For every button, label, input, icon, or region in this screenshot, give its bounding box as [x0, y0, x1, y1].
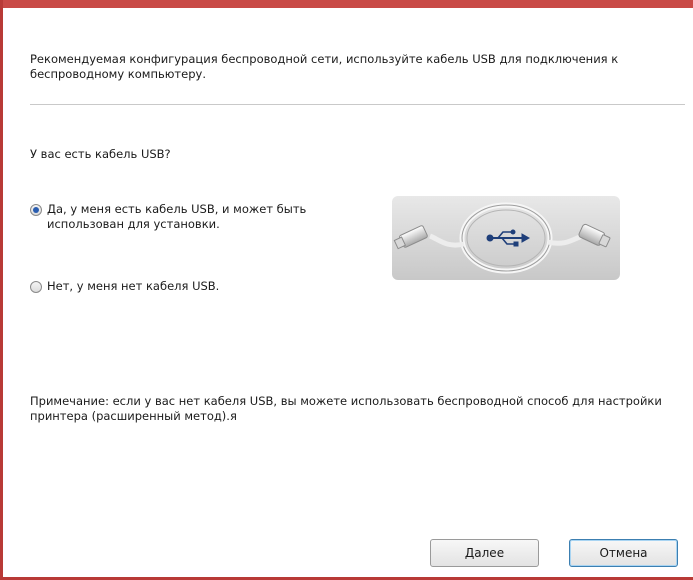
usb-question: У вас есть кабель USB?	[30, 147, 171, 161]
radio-button-no[interactable]	[30, 281, 42, 293]
intro-text: Рекомендуемая конфигурация беспроводной …	[30, 52, 619, 81]
option-no-label: Нет, у меня нет кабеля USB.	[47, 279, 220, 293]
dialog-content: Рекомендуемая конфигурация беспроводной …	[6, 8, 693, 577]
next-button[interactable]: Далее	[430, 539, 539, 567]
cancel-button[interactable]: Отмена	[569, 539, 678, 567]
option-no-usb[interactable]: Нет, у меня нет кабеля USB.	[30, 279, 327, 294]
window-top-border	[3, 0, 693, 8]
radio-button-yes[interactable]	[30, 204, 42, 216]
installer-window: Рекомендуемая конфигурация беспроводной …	[0, 0, 693, 580]
usb-cable-icon	[393, 202, 611, 274]
option-yes-label: Да, у меня есть кабель USB, и может быть…	[47, 202, 307, 231]
usb-cable-image	[392, 196, 620, 280]
divider-line	[30, 104, 685, 105]
note-text: Примечание: если у вас нет кабеля USB, в…	[30, 394, 662, 423]
usb-symbol-icon	[486, 229, 531, 247]
option-yes-usb[interactable]: Да, у меня есть кабель USB, и может быть…	[30, 202, 327, 232]
